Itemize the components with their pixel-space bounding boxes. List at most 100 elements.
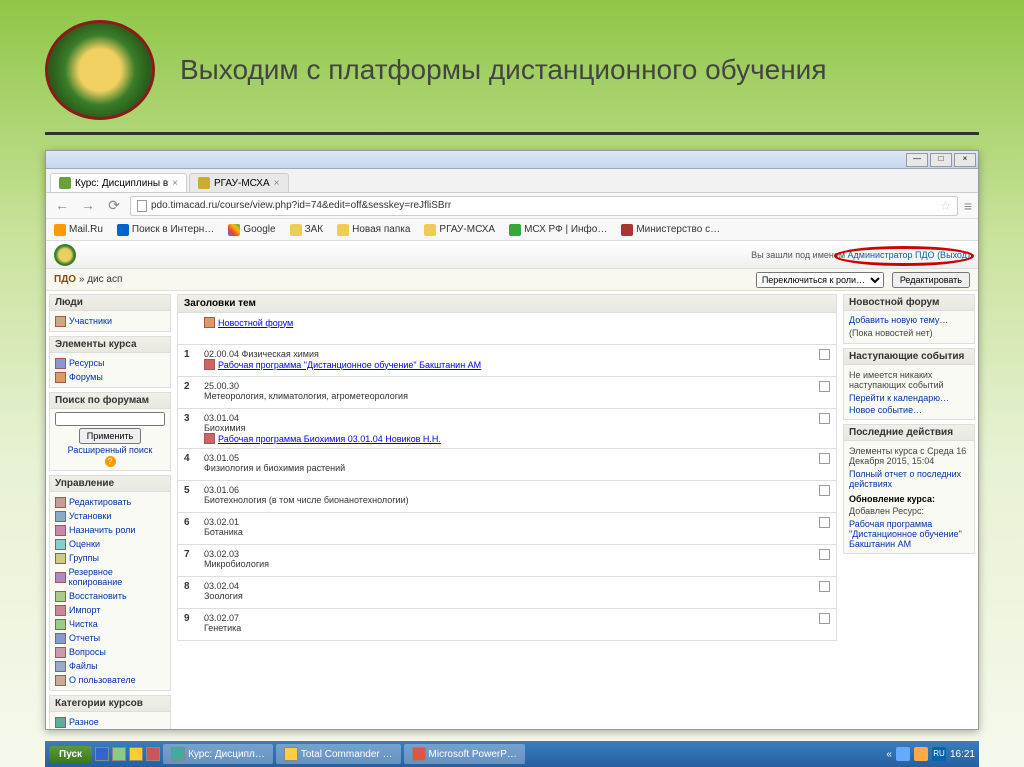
admin-link[interactable]: Восстановить bbox=[69, 590, 127, 602]
admin-link[interactable]: Резервное копирование bbox=[69, 566, 165, 588]
topic-checkbox[interactable] bbox=[819, 349, 830, 360]
folder-icon bbox=[337, 224, 349, 236]
admin-link[interactable]: Импорт bbox=[69, 604, 100, 616]
site-icon bbox=[621, 224, 633, 236]
quicklaunch-icon[interactable] bbox=[146, 747, 160, 761]
admin-link[interactable]: Группы bbox=[69, 552, 99, 564]
people-icon bbox=[55, 316, 66, 327]
recent-since: Элементы курса с Среда 16 Декабря 2015, … bbox=[849, 444, 969, 468]
tab-close-icon[interactable]: × bbox=[172, 178, 178, 189]
quicklaunch-icon[interactable] bbox=[95, 747, 109, 761]
admin-icon bbox=[55, 591, 66, 602]
topic-number: 7 bbox=[184, 549, 196, 560]
logout-link[interactable]: (Выход) bbox=[937, 250, 970, 260]
topic-checkbox[interactable] bbox=[819, 581, 830, 592]
address-bar[interactable]: pdo.timacad.ru/course/view.php?id=74&edi… bbox=[130, 196, 958, 216]
help-icon[interactable]: ? bbox=[105, 456, 116, 467]
main-column: Заголовки тем Новостной форум 102.00.04 … bbox=[174, 291, 840, 729]
news-forum-row: Новостной форум bbox=[177, 313, 837, 345]
edit-button[interactable]: Редактировать bbox=[892, 272, 970, 288]
reload-button[interactable]: ⟳ bbox=[104, 197, 124, 215]
bookmark-item[interactable]: ЗАК bbox=[290, 224, 324, 236]
topic-checkbox[interactable] bbox=[819, 381, 830, 392]
recent-block: Последние действия Элементы курса с Сред… bbox=[843, 424, 975, 554]
admin-link[interactable]: Вопросы bbox=[69, 646, 106, 658]
forward-button[interactable]: → bbox=[78, 197, 98, 215]
language-indicator[interactable]: RU bbox=[932, 747, 946, 761]
admin-link[interactable]: Отчеты bbox=[69, 632, 100, 644]
bookmark-item[interactable]: Министерство с… bbox=[621, 224, 720, 236]
topic-checkbox[interactable] bbox=[819, 517, 830, 528]
topic-number: 9 bbox=[184, 613, 196, 624]
taskbar-item[interactable]: Total Commander … bbox=[276, 744, 401, 764]
topic-row: 225.00.30Метеорология, климатология, агр… bbox=[177, 377, 837, 409]
participants-link[interactable]: Участники bbox=[69, 315, 112, 327]
category-icon bbox=[55, 717, 66, 728]
tray-expand-icon[interactable]: « bbox=[886, 749, 892, 760]
tray-icon[interactable] bbox=[914, 747, 928, 761]
quicklaunch-icon[interactable] bbox=[112, 747, 126, 761]
close-button[interactable]: × bbox=[954, 153, 976, 167]
maximize-button[interactable]: □ bbox=[930, 153, 952, 167]
category-link[interactable]: Разное bbox=[69, 716, 99, 728]
search-apply-button[interactable]: Применить bbox=[79, 428, 142, 444]
taskbar-item[interactable]: Курс: Дисципл… bbox=[163, 744, 273, 764]
role-select[interactable]: Переключиться к роли… bbox=[756, 272, 884, 288]
topic-checkbox[interactable] bbox=[819, 413, 830, 424]
bookmark-item[interactable]: Google bbox=[228, 224, 275, 236]
left-column: Люди Участники Элементы курса Ресурсы Фо… bbox=[46, 291, 174, 729]
folder-icon bbox=[424, 224, 436, 236]
tab-close-icon[interactable]: × bbox=[274, 178, 280, 189]
admin-link[interactable]: Чистка bbox=[69, 618, 98, 630]
user-link[interactable]: Администратор ПДО bbox=[848, 250, 935, 260]
news-forum-link[interactable]: Новостной форум bbox=[218, 318, 293, 328]
topic-row: 903.02.07Генетика bbox=[177, 609, 837, 641]
forum-search-input[interactable] bbox=[55, 412, 165, 426]
add-topic-link[interactable]: Добавить новую тему… bbox=[849, 314, 969, 326]
admin-link[interactable]: Оценки bbox=[69, 538, 100, 550]
tray-icon[interactable] bbox=[896, 747, 910, 761]
categories-block: Категории курсов Разное Гидротехническое… bbox=[49, 695, 171, 729]
bookmark-star-icon[interactable]: ☆ bbox=[940, 199, 951, 213]
browser-tab[interactable]: РГАУ-МСХА × bbox=[189, 173, 289, 192]
calendar-link[interactable]: Перейти к календарю… bbox=[849, 392, 969, 404]
bookmark-item[interactable]: Поиск в Интерн… bbox=[117, 224, 214, 236]
admin-link[interactable]: Редактировать bbox=[69, 496, 131, 508]
new-event-link[interactable]: Новое событие… bbox=[849, 404, 969, 416]
browser-menu-button[interactable]: ≡ bbox=[964, 198, 972, 214]
topic-number: 4 bbox=[184, 453, 196, 464]
topic-checkbox[interactable] bbox=[819, 485, 830, 496]
browser-tab-active[interactable]: Курс: Дисциплины в × bbox=[50, 173, 187, 192]
admin-link[interactable]: Назначить роли bbox=[69, 524, 135, 536]
forums-link[interactable]: Форумы bbox=[69, 371, 103, 383]
topic-checkbox[interactable] bbox=[819, 549, 830, 560]
resource-link[interactable]: Рабочая программа Биохимия 03.01.04 Нови… bbox=[218, 434, 441, 444]
topic-title: Биохимия bbox=[204, 423, 811, 433]
bookmark-item[interactable]: МСХ РФ | Инфо… bbox=[509, 224, 607, 236]
clock[interactable]: 16:21 bbox=[950, 749, 975, 760]
admin-link[interactable]: О пользователе bbox=[69, 674, 136, 686]
update-label: Добавлен Ресурс: bbox=[849, 504, 969, 518]
bookmark-item[interactable]: Новая папка bbox=[337, 224, 410, 236]
resources-link[interactable]: Ресурсы bbox=[69, 357, 105, 369]
full-report-link[interactable]: Полный отчет о последних действиях bbox=[849, 468, 969, 490]
topic-checkbox[interactable] bbox=[819, 453, 830, 464]
page-content: Вы зашли под именем Администратор ПДО (В… bbox=[46, 241, 978, 729]
admin-icon bbox=[55, 553, 66, 564]
bookmark-item[interactable]: Mail.Ru bbox=[54, 224, 103, 236]
taskbar-item[interactable]: Microsoft PowerP… bbox=[404, 744, 525, 764]
advanced-search-link[interactable]: Расширенный поиск bbox=[55, 444, 165, 456]
minimize-button[interactable]: — bbox=[906, 153, 928, 167]
update-resource-link[interactable]: Рабочая программа "Дистанционное обучени… bbox=[849, 518, 969, 550]
news-empty: (Пока новостей нет) bbox=[849, 326, 969, 340]
quicklaunch-icon[interactable] bbox=[129, 747, 143, 761]
resource-link[interactable]: Рабочая программа "Дистанционное обучени… bbox=[218, 360, 481, 370]
url-text: pdo.timacad.ru/course/view.php?id=74&edi… bbox=[151, 200, 451, 211]
bookmark-item[interactable]: РГАУ-МСХА bbox=[424, 224, 495, 236]
start-button[interactable]: Пуск bbox=[49, 746, 92, 763]
admin-link[interactable]: Файлы bbox=[69, 660, 98, 672]
breadcrumb-home[interactable]: ПДО bbox=[54, 274, 76, 285]
admin-link[interactable]: Установки bbox=[69, 510, 111, 522]
topic-checkbox[interactable] bbox=[819, 613, 830, 624]
back-button[interactable]: ← bbox=[52, 197, 72, 215]
